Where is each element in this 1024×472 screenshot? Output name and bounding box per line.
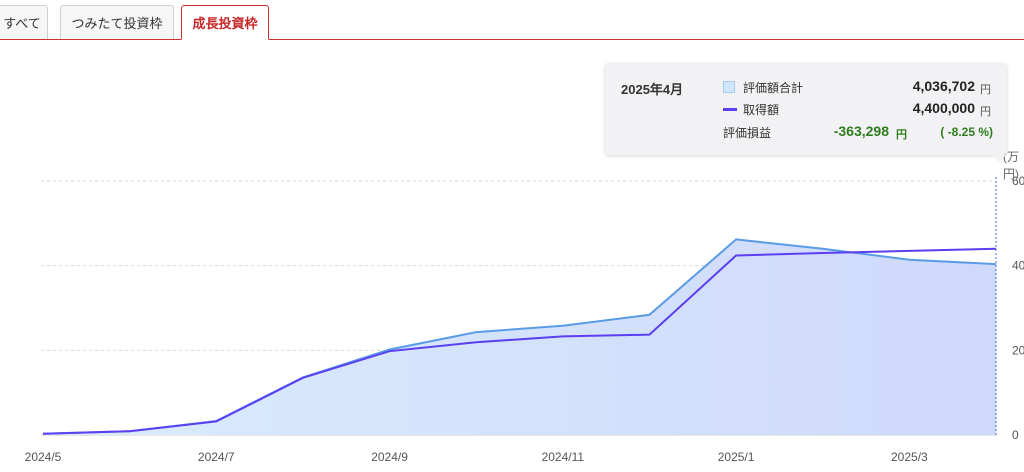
x-tick-label: 2024/7 [198, 450, 235, 464]
cost-unit: 円 [980, 106, 991, 118]
tab-growth[interactable]: 成長投資枠 [181, 5, 269, 40]
y-tick-label: 40 [1012, 259, 1024, 273]
tooltip-row-valuation: 評価額合計 4,036,702 円 [723, 78, 993, 98]
valuation-value: 4,036,702 [912, 78, 975, 94]
valuation-label: 評価額合計 [743, 81, 804, 95]
value-tooltip: 2025年4月 評価額合計 4,036,702 円 取得額 4,400,000 … [605, 63, 1007, 155]
cost-legend-swatch [723, 108, 737, 111]
x-tick-label: 2025/3 [891, 450, 928, 464]
tab-all[interactable]: すべて [0, 5, 48, 39]
cost-value: 4,400,000 [912, 100, 975, 116]
gain-label: 評価損益 [723, 126, 772, 140]
tooltip-row-cost: 取得額 4,400,000 円 [723, 100, 993, 120]
y-tick-label: 0 [1012, 428, 1019, 442]
tooltip-date: 2025年4月 [621, 82, 684, 97]
tab-tsumitate[interactable]: つみたて投資枠 [60, 5, 174, 39]
tooltip-row-gain: 評価損益 -363,298 円 ( -8.25 %) [723, 123, 993, 143]
valuation-legend-swatch [723, 81, 735, 93]
x-tick-label: 2024/9 [371, 450, 408, 464]
x-tick-label: 2025/1 [718, 450, 755, 464]
tooltip-caret [992, 155, 1006, 162]
tab-all-label: すべて [3, 16, 41, 31]
tab-tsumitate-label: つみたて投資枠 [71, 16, 163, 31]
gain-value: -363,298 [833, 123, 889, 139]
valuation-unit: 円 [980, 84, 991, 96]
x-tick-label: 2024/5 [25, 450, 62, 464]
cost-label: 取得額 [743, 103, 780, 117]
gain-percent: ( -8.25 %) [940, 125, 993, 139]
x-tick-label: 2024/11 [542, 450, 585, 464]
tab-growth-label: 成長投資枠 [192, 16, 258, 31]
y-tick-label: 20 [1012, 343, 1024, 357]
tab-bar: すべて つみたて投資枠 成長投資枠 [0, 0, 1024, 40]
gain-unit: 円 [896, 129, 907, 141]
valuation-area [43, 239, 996, 435]
